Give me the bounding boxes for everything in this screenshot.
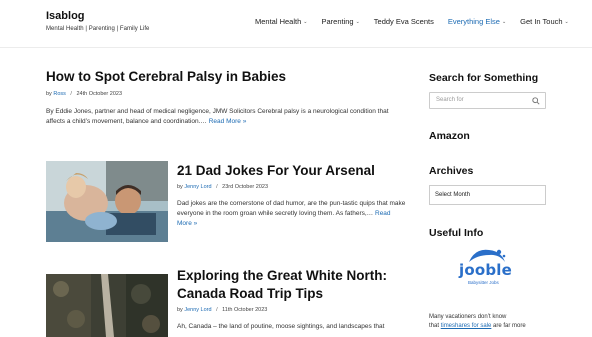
post-date: 23rd October 2023 <box>222 184 269 191</box>
post-card: Exploring the Great White North: Canada … <box>177 267 409 333</box>
meta-divider: / <box>70 91 72 98</box>
info-text-part: are far more <box>493 323 526 330</box>
chevron-down-icon: ⌄ <box>355 18 360 25</box>
post-title[interactable]: Exploring the Great White North: Canada … <box>177 267 409 303</box>
post-thumbnail[interactable] <box>46 161 168 242</box>
post-excerpt-text: Ah, Canada – the land of poutine, moose … <box>177 323 385 331</box>
nav-item-get-in-touch[interactable]: Get In Touch ⌄ <box>520 17 569 26</box>
post-title-line: Exploring the Great White North: <box>177 268 388 283</box>
useful-info-text: Many vacationers don’t know that timesha… <box>429 313 547 332</box>
post-title[interactable]: How to Spot Cerebral Palsy in Babies <box>46 68 406 86</box>
chevron-down-icon: ⌄ <box>501 18 507 25</box>
search-widget-title: Search for Something <box>429 72 539 84</box>
timeshares-link[interactable]: timeshares for sale <box>441 323 492 329</box>
search-input[interactable]: Search for <box>429 92 546 109</box>
aerial-forest-road-photo <box>46 274 168 337</box>
post-meta-by: by <box>177 184 183 191</box>
post-author-link[interactable]: Jenny Lord <box>184 307 211 313</box>
post-excerpt: Ah, Canada – the land of poutine, moose … <box>177 322 409 332</box>
nav-item-label: Teddy Eva Scents <box>373 17 434 26</box>
chevron-down-icon: ⌄ <box>303 18 308 25</box>
site-tagline: Mental Health | Parenting | Family Life <box>46 26 150 32</box>
nav-item-teddy-eva-scents[interactable]: Teddy Eva Scents <box>374 17 434 26</box>
post-card: 21 Dad Jokes For Your Arsenal by Jenny L… <box>177 162 409 229</box>
meta-divider: / <box>216 307 218 314</box>
chevron-down-icon: ⌄ <box>564 18 569 25</box>
read-more-link[interactable]: Read More » <box>209 118 247 125</box>
nav-item-parenting[interactable]: Parenting ⌄ <box>321 17 359 26</box>
search-icon[interactable] <box>532 97 540 105</box>
amazon-widget-title: Amazon <box>429 130 470 142</box>
post-meta: by Ross / 24th October 2023 <box>46 91 406 97</box>
jooble-logo-text: jooble <box>459 261 513 279</box>
archives-widget-title: Archives <box>429 165 474 177</box>
info-text-line: Many vacationers don’t know <box>429 314 507 320</box>
nav-item-label: Mental Health <box>255 17 302 26</box>
post-meta: by Jenny Lord / 11th October 2023 <box>177 307 409 313</box>
post-thumbnail[interactable] <box>46 274 168 337</box>
nav-item-label: Get In Touch <box>520 17 563 26</box>
archives-select[interactable]: Select Month <box>429 185 546 205</box>
post-title[interactable]: 21 Dad Jokes For Your Arsenal <box>177 162 409 180</box>
post-title-line: Canada Road Trip Tips <box>177 286 324 302</box>
useful-info-widget-title: Useful Info <box>429 227 484 239</box>
post-excerpt: Dad jokes are the cornerstone of dad hum… <box>177 199 407 229</box>
search-placeholder: Search for <box>436 97 464 103</box>
nav-item-label: Everything Else <box>447 17 500 26</box>
father-and-children-photo <box>46 161 168 242</box>
post-date: 11th October 2023 <box>222 307 268 314</box>
post-author-link[interactable]: Ross <box>53 91 66 97</box>
post-card: How to Spot Cerebral Palsy in Babies by … <box>46 68 406 127</box>
jooble-logo[interactable]: jooble Babysitter Jobs <box>455 246 517 290</box>
nav-item-mental-health[interactable]: Mental Health ⌄ <box>255 17 307 26</box>
post-meta-by: by <box>46 91 52 98</box>
main-nav: Mental Health ⌄ Parenting ⌄ Teddy Eva Sc… <box>255 17 583 26</box>
meta-divider: / <box>216 184 218 191</box>
info-text-part: that <box>429 323 440 330</box>
jooble-tagline: Babysitter Jobs <box>468 280 499 285</box>
info-text-line: that timeshares for sale are far more <box>429 322 547 331</box>
nav-item-everything-else[interactable]: Everything Else ⌄ <box>448 17 506 26</box>
post-meta-by: by <box>177 307 183 314</box>
post-author-link[interactable]: Jenny Lord <box>184 184 211 190</box>
post-excerpt-text: Dad jokes are the cornerstone of dad hum… <box>177 200 406 218</box>
site-header: Isablog Mental Health | Parenting | Fami… <box>0 0 592 48</box>
nav-item-label: Parenting <box>321 17 354 26</box>
site-title[interactable]: Isablog <box>46 10 85 22</box>
post-date: 24th October 2023 <box>76 91 123 98</box>
post-meta: by Jenny Lord / 23rd October 2023 <box>177 184 409 190</box>
post-excerpt: By Eddie Jones, partner and head of medi… <box>46 107 406 127</box>
